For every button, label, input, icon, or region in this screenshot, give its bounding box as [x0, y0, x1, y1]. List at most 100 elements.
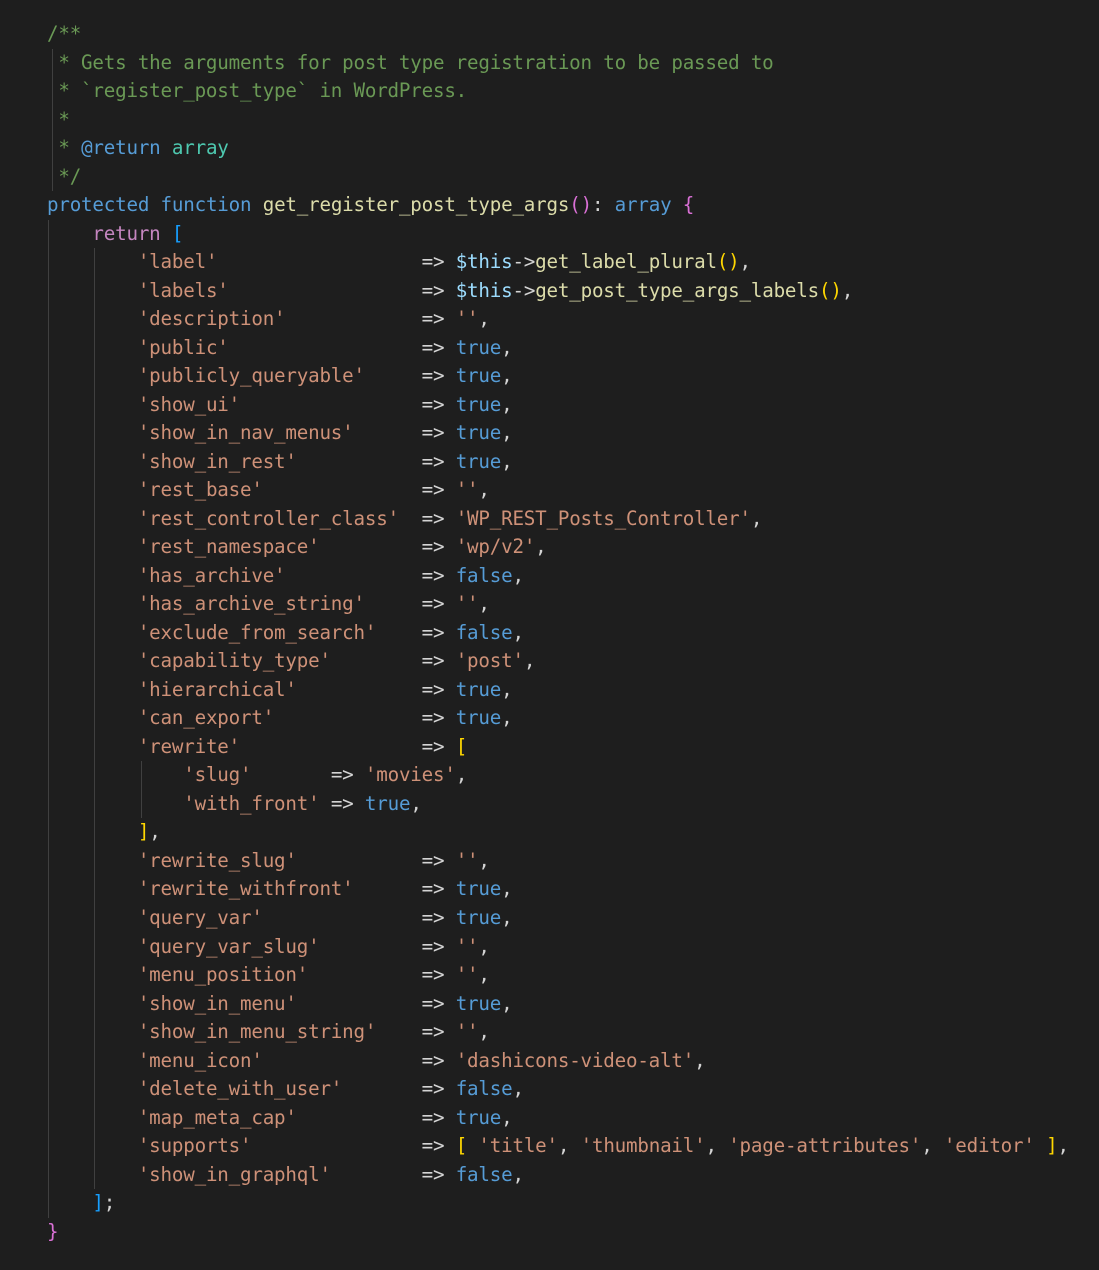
token-string: '' — [455, 963, 479, 987]
code-line: /** — [0, 20, 1099, 49]
token-string: 'rewrite' — [137, 734, 240, 758]
code-line: * — [0, 105, 1099, 135]
token-punct: , — [501, 991, 513, 1015]
token-string: '' — [455, 592, 479, 616]
indent-guide — [94, 732, 96, 762]
indent-guide — [47, 1046, 49, 1076]
token-op — [251, 193, 262, 216]
indent-guide — [94, 561, 96, 591]
indent-guide — [94, 818, 96, 847]
indent-guide — [47, 476, 49, 505]
indent-guide — [47, 362, 49, 391]
token-punct: , — [512, 1162, 524, 1186]
token-punct: , — [535, 535, 547, 559]
token-punct: , — [478, 592, 490, 616]
token-string: 'description' — [137, 307, 286, 331]
token-doctype: array — [171, 136, 229, 160]
code-editor[interactable]: /** * Gets the arguments for post type r… — [0, 20, 1099, 1246]
code-line: 'capability_type' => 'post', — [0, 647, 1099, 676]
code-line: ]; — [0, 1189, 1099, 1218]
token-string: 'movies' — [364, 763, 456, 787]
code-line: 'rewrite_withfront' => true, — [0, 875, 1099, 904]
code-line: 'rest_controller_class' => 'WP_REST_Post… — [0, 504, 1099, 534]
token-var: $this — [455, 250, 513, 274]
code-line: 'public' => true, — [0, 333, 1099, 363]
indent-guide — [94, 989, 96, 1019]
token-b1: [ — [455, 734, 468, 758]
indent-guide — [94, 533, 96, 562]
indent-guide — [94, 1103, 96, 1133]
indent-guide — [140, 761, 142, 790]
token-punct: , — [501, 421, 513, 445]
indent-guide — [52, 134, 53, 163]
code-line: 'show_in_menu_string' => '', — [0, 1018, 1099, 1047]
token-op: => — [296, 677, 456, 701]
indent-guide — [47, 1132, 49, 1161]
token-comment: * — [47, 107, 70, 131]
indent-guide — [94, 675, 96, 705]
token-comment — [161, 136, 172, 159]
indent-guide — [47, 1103, 49, 1133]
token-op: => — [274, 706, 456, 730]
token-bool: true — [455, 335, 502, 359]
indent-guide — [94, 761, 96, 790]
indent-guide — [140, 789, 142, 819]
code-line: 'publicly_queryable' => true, — [0, 362, 1099, 391]
code-line: 'rest_namespace' => 'wp/v2', — [0, 533, 1099, 562]
token-punct: , — [512, 563, 524, 587]
indent-guide — [47, 248, 49, 277]
token-string: 'rewrite_withfront' — [137, 877, 354, 901]
token-string: '' — [455, 934, 479, 958]
token-string: 'delete_with_user' — [137, 1077, 343, 1101]
indent-guide — [94, 390, 96, 420]
token-op: => — [398, 506, 456, 530]
token-string: 'capability_type' — [137, 649, 331, 673]
code-line: 'can_export' => true, — [0, 704, 1099, 733]
token-punct: , — [478, 478, 490, 502]
token-punct: , — [478, 848, 490, 872]
indent-guide — [94, 362, 96, 391]
token-punct: , — [501, 364, 513, 388]
token-string: 'can_export' — [137, 706, 275, 730]
indent-guide — [94, 504, 96, 534]
token-string: 'show_in_menu' — [137, 991, 297, 1015]
indent-guide — [47, 846, 49, 876]
token-punct: , — [501, 392, 513, 416]
token-punct: , — [149, 820, 161, 844]
code-line: 'query_var_slug' => '', — [0, 932, 1099, 962]
indent-guide — [94, 248, 96, 277]
code-line: 'show_ui' => true, — [0, 390, 1099, 420]
indent-guide — [47, 818, 49, 847]
indent-guide — [52, 48, 53, 78]
indent-guide — [47, 761, 49, 790]
token-b2: { — [682, 193, 695, 217]
token-string: 'show_ui' — [137, 392, 240, 416]
token-string: 'menu_position' — [137, 963, 309, 987]
indent-guide — [52, 77, 53, 106]
token-bool: true — [455, 421, 502, 445]
token-string: 'menu_icon' — [137, 1048, 263, 1072]
code-line: 'show_in_nav_menus' => true, — [0, 419, 1099, 448]
token-op: => — [364, 592, 456, 616]
token-string: 'rewrite_slug' — [137, 848, 297, 872]
token-punct: , — [501, 1105, 513, 1129]
token-string: 'show_in_rest' — [137, 449, 297, 473]
token-op: => — [240, 392, 456, 416]
token-string: 'query_var' — [137, 905, 263, 929]
token-op: -> — [512, 278, 536, 302]
token-return: return — [92, 221, 161, 245]
code-line: 'hierarchical' => true, — [0, 675, 1099, 705]
